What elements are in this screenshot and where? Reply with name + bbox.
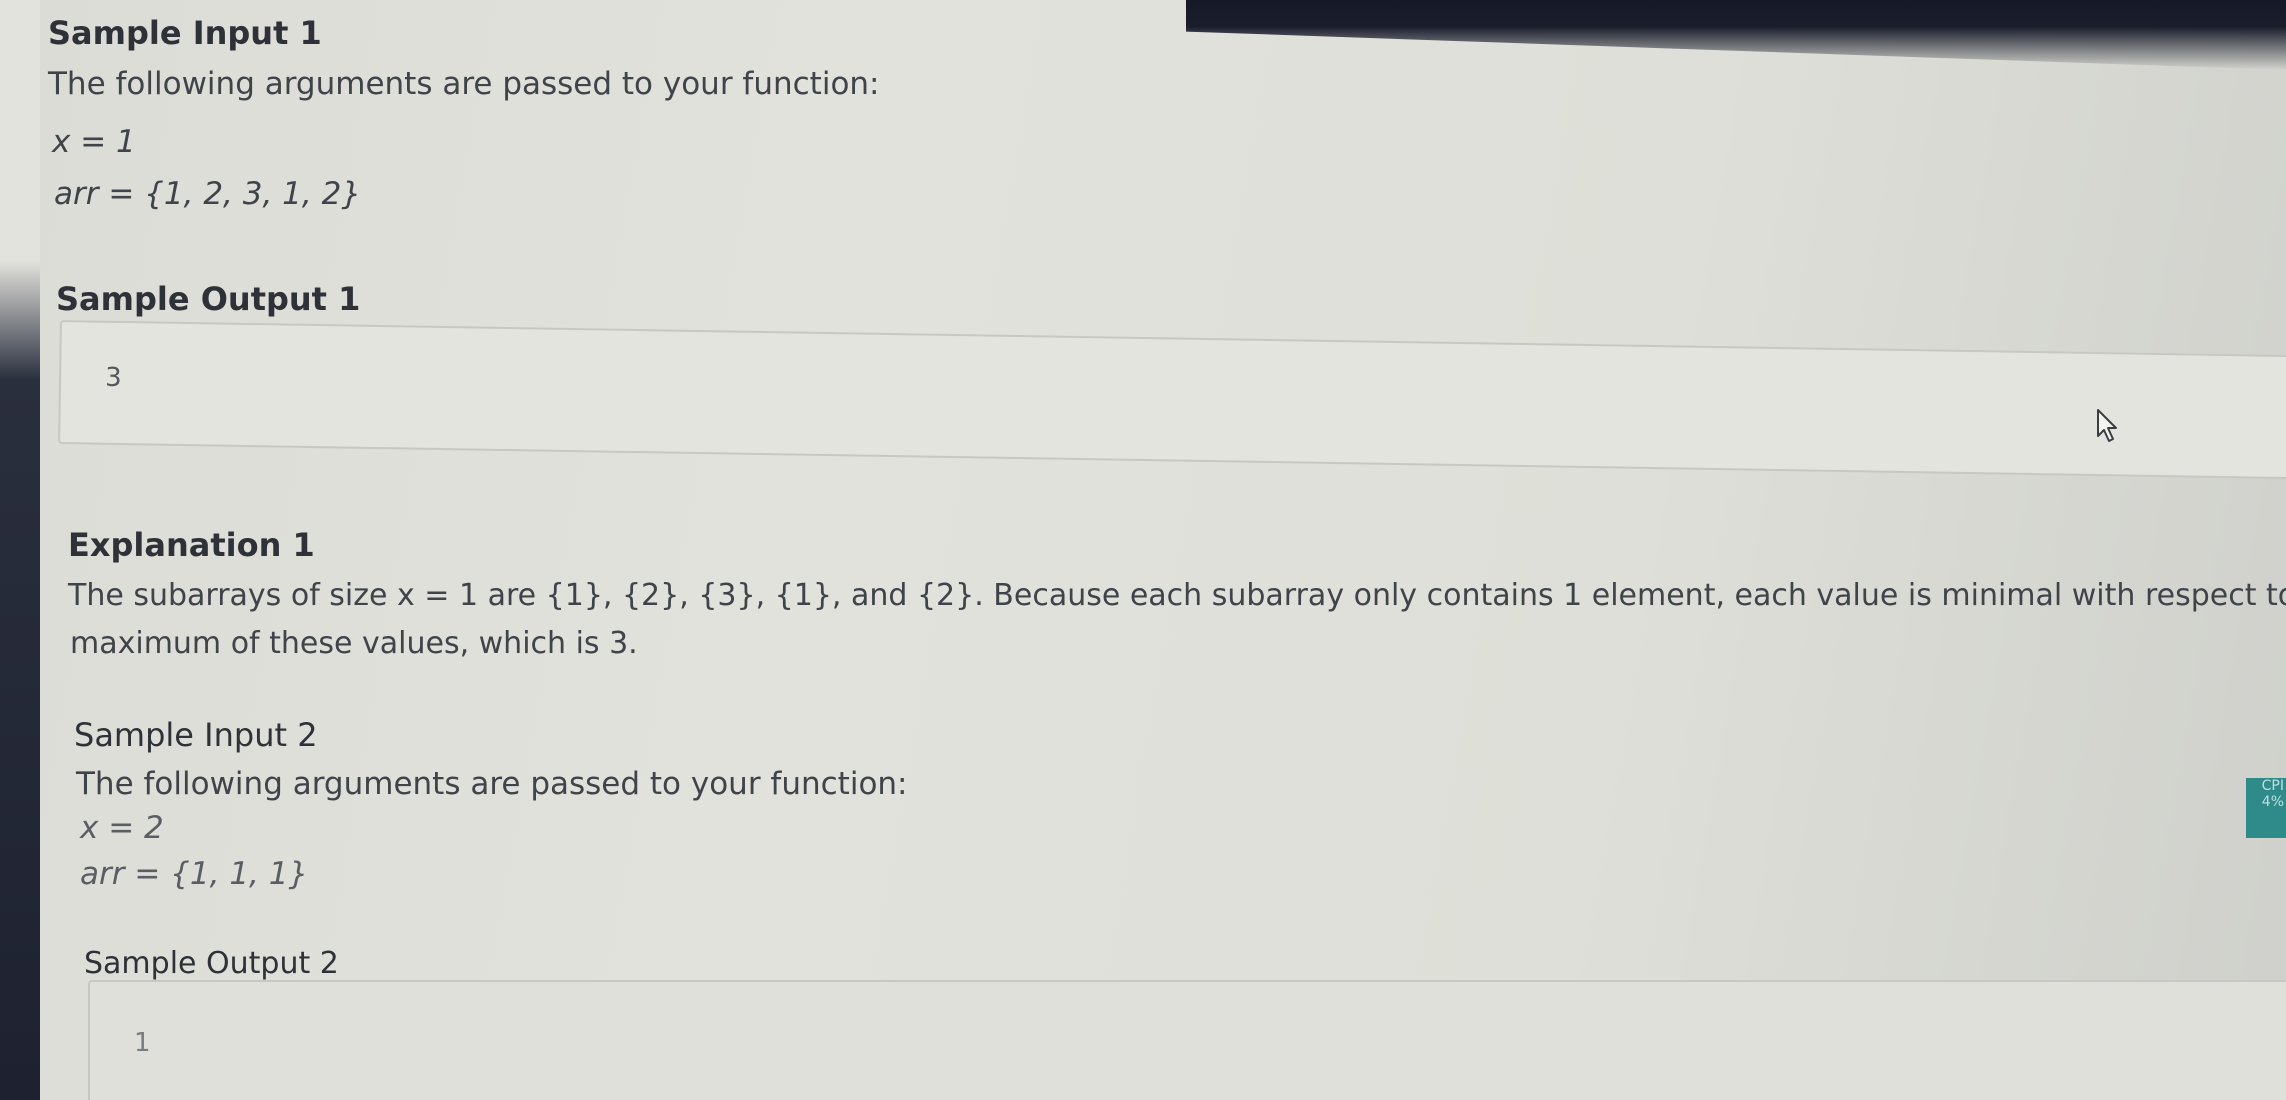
problem-statement: Sample Input 1 The following arguments a… [44, 0, 2286, 1100]
sample-output-2-value: 1 [134, 1028, 151, 1058]
sample-input-2-x: x = 2 [80, 810, 164, 846]
sample-output-1-value: 3 [104, 362, 122, 393]
cpu-widget-value: 4% [2261, 794, 2284, 810]
cpu-widget-label: CPI [2261, 778, 2284, 794]
sample-input-1-heading: Sample Input 1 [48, 14, 322, 52]
sample-output-2-box: 1 [88, 980, 2286, 1100]
sample-input-1-intro: The following arguments are passed to yo… [48, 66, 880, 102]
sample-input-2-arr: arr = {1, 1, 1} [80, 856, 309, 892]
sample-input-1-arr: arr = {1, 2, 3, 1, 2} [54, 176, 362, 212]
sample-input-2-intro: The following arguments are passed to yo… [76, 766, 908, 802]
sample-output-2-heading: Sample Output 2 [84, 946, 339, 981]
explanation-1-line1: The subarrays of size x = 1 are {1}, {2}… [68, 578, 2286, 613]
sample-input-1-x: x = 1 [52, 124, 136, 160]
mouse-cursor-icon [2097, 409, 2117, 442]
screen: Sample Input 1 The following arguments a… [0, 0, 2286, 1100]
sample-output-1-heading: Sample Output 1 [56, 280, 361, 318]
sample-input-2-heading: Sample Input 2 [74, 716, 318, 754]
cpu-widget[interactable]: CPI 4% [2246, 778, 2286, 838]
monitor-bezel-left [0, 0, 40, 1100]
explanation-1-heading: Explanation 1 [68, 526, 315, 564]
sample-output-1-box: 3 [58, 320, 2286, 480]
explanation-1-line2: maximum of these values, which is 3. [70, 626, 638, 661]
